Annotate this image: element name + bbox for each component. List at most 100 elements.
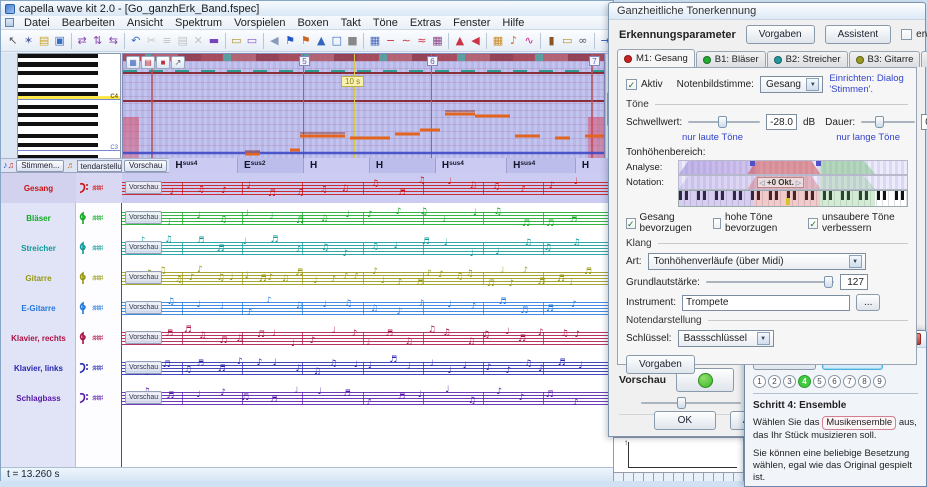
track-label-6[interactable]: Klavier, rechts: [1, 323, 76, 353]
gesang-bevorzugen-box[interactable]: ✓: [626, 217, 636, 229]
delete-icon[interactable]: ✕: [190, 32, 206, 50]
staff-row-7[interactable]: ♪♬♫♬♬♪♪♩♪♫♫♩♩♬♩♩♩♩♪♪♫♪♬♩Vorschau: [122, 353, 615, 383]
staff-row-5[interactable]: ♪♫♩♩♪♪♫♩♫♫♪♪♩♪♬♬♬♪Vorschau: [122, 293, 615, 323]
voices-button[interactable]: Stimmen...: [16, 159, 65, 172]
menu-spektrum[interactable]: Spektrum: [170, 16, 227, 30]
menu-vorspielen[interactable]: Vorspielen: [229, 16, 290, 30]
octave-right-icon[interactable]: ▷: [796, 179, 801, 187]
unsaubere-toene-box[interactable]: ✓: [808, 217, 819, 229]
step-circle-6[interactable]: 6: [828, 375, 841, 388]
chord-3[interactable]: H: [303, 158, 370, 173]
menu-boxen[interactable]: Boxen: [292, 16, 333, 30]
octave-left-icon[interactable]: ◁: [760, 179, 765, 187]
open-file-icon[interactable]: ▤: [36, 32, 52, 50]
track-vorschau-button-3[interactable]: Vorschau: [125, 241, 163, 254]
chord-5[interactable]: Hsus4: [435, 158, 508, 173]
menu-datei[interactable]: Datei: [19, 16, 55, 30]
track-label-5[interactable]: E-Gitarre: [1, 293, 76, 323]
dialog-title-bar[interactable]: Ganzheitliche Tonerkennung: [609, 3, 925, 20]
mute-speaker-icon[interactable]: ◀: [267, 32, 283, 50]
staff-row-4[interactable]: ♫♫♫♪♪♫♩♩♬♪♫♬♩♪♪♪♪♩♪♬♪♪♫♫♬♩♪♪♬♬♩♬Vorschau: [122, 263, 615, 293]
nur-laute-toene-link[interactable]: nur laute Töne: [682, 132, 743, 143]
step-circle-4[interactable]: 4: [798, 375, 811, 388]
track-vorschau-button-5[interactable]: Vorschau: [125, 301, 163, 314]
select-tool-icon[interactable]: ↖: [5, 32, 21, 50]
voice-tab-3[interactable]: B2: Streicher: [766, 51, 848, 67]
vorschau-slider[interactable]: [641, 396, 741, 410]
step-circle-5[interactable]: 5: [813, 375, 826, 388]
chord-1[interactable]: Hsus4: [169, 158, 238, 173]
octave-shift-control[interactable]: ◁ +0 Okt. ▷: [756, 177, 805, 188]
instrument-field[interactable]: Trompete: [682, 294, 851, 311]
analyse-band[interactable]: [678, 160, 908, 175]
box-pair-icon[interactable]: ▭: [229, 32, 245, 50]
range-handle[interactable]: [749, 161, 755, 166]
speaker-icon[interactable]: ◀: [468, 32, 484, 50]
track-label-4[interactable]: Gitarre: [1, 263, 76, 293]
ok-button[interactable]: OK: [653, 411, 716, 430]
grundlautstaerke-field[interactable]: 127: [839, 274, 868, 290]
stop-icon[interactable]: ■: [345, 32, 361, 50]
record-icon[interactable]: □: [329, 32, 345, 50]
import-midi-icon[interactable]: ⇅: [90, 32, 106, 50]
track-vorschau-button-6[interactable]: Vorschau: [125, 331, 163, 344]
staff-row-6[interactable]: ♫♬♬♫♬♫♬♩♩♪♩♪♩♬♫♫♫♫♫♩♬♪♫♪Vorschau: [122, 323, 615, 353]
menu-hilfe[interactable]: Hilfe: [497, 16, 529, 30]
dauer-slider[interactable]: [861, 115, 916, 129]
hohe-toene-box[interactable]: [712, 217, 722, 229]
aktiv-checkbox-box[interactable]: ✓: [626, 78, 637, 90]
voice-tab-2[interactable]: B1: Bläser: [695, 51, 766, 67]
dauer-field[interactable]: 0.14: [921, 114, 927, 130]
piano-range-strip[interactable]: [678, 190, 908, 207]
spectrum-path-icon[interactable]: ↗: [171, 56, 185, 69]
cut-icon[interactable]: ✂: [144, 32, 160, 50]
aktiv-checkbox[interactable]: ✓ Aktiv: [626, 78, 663, 90]
glasses-icon[interactable]: ∞: [575, 32, 591, 50]
musikensemble-chip[interactable]: Musikensemble: [822, 416, 897, 431]
copy-icon[interactable]: ≡: [159, 32, 175, 50]
box-group-icon[interactable]: ▭: [244, 32, 260, 50]
track-vorschau-button-8[interactable]: Vorschau: [125, 391, 163, 404]
menu-ansicht[interactable]: Ansicht: [122, 16, 168, 30]
chord-6[interactable]: Hsus4: [507, 158, 576, 173]
unsaubere-toene-checkbox[interactable]: ✓ unsaubere Töne verbessern: [808, 212, 908, 234]
staff-row-1[interactable]: ♬♩♫♪♩♬♫♫♫♫♬♫♩♫♫♪♪♩Vorschau: [122, 173, 615, 203]
chord-4[interactable]: H: [369, 158, 436, 173]
schwellwert-field[interactable]: -28.0: [766, 114, 797, 130]
gesang-bevorzugen-checkbox[interactable]: ✓ Gesang bevorzugen: [626, 212, 701, 234]
menu-bearbeiten[interactable]: Bearbeiten: [57, 16, 120, 30]
voice-tab-1[interactable]: M1: Gesang: [617, 49, 695, 67]
wand-tool-icon[interactable]: ✶: [21, 32, 37, 50]
notation-band[interactable]: ◁ +0 Okt. ▷: [678, 175, 908, 190]
step-circle-9[interactable]: 9: [873, 375, 886, 388]
chord-wave-icon[interactable]: ∿: [521, 32, 537, 50]
voice-tab-4[interactable]: B3: Gitarre: [848, 51, 921, 67]
staff-row-2[interactable]: ♫♩♩♫♩♩♬♫♩♪♪♫♩♩♫♬♬♬Vorschau: [122, 203, 615, 233]
track-vorschau-button-7[interactable]: Vorschau: [125, 361, 163, 374]
step-circle-3[interactable]: 3: [783, 375, 796, 388]
erweitert-checkbox[interactable]: erweitert: [901, 29, 927, 40]
frame-icon[interactable]: ▭: [559, 32, 575, 50]
percussion-icon[interactable]: ▮: [544, 32, 560, 50]
tone-vibrato-icon[interactable]: ≈: [414, 32, 430, 50]
einrichten-link[interactable]: Einrichten: Dialog 'Stimmen'.: [829, 73, 908, 95]
tone-glide-icon[interactable]: ∼: [398, 32, 414, 50]
undo-icon[interactable]: ↶: [128, 32, 144, 50]
track-label-7[interactable]: Klavier, links: [1, 353, 76, 383]
tone-table-icon[interactable]: ▦: [430, 32, 446, 50]
track-label-8[interactable]: Schlagbass: [1, 383, 76, 413]
import-score-icon[interactable]: ⇆: [106, 32, 122, 50]
chord-notes-icon[interactable]: ♪: [506, 32, 522, 50]
score-vorschau-button[interactable]: Vorschau: [124, 159, 168, 172]
marker-start-icon[interactable]: ⚑: [282, 32, 298, 50]
note-spray-icon[interactable]: ▲: [452, 32, 468, 50]
track-vorschau-button-2[interactable]: Vorschau: [125, 211, 163, 224]
step-circle-7[interactable]: 7: [843, 375, 856, 388]
instrument-browse-button[interactable]: ...: [856, 294, 881, 311]
track-label-2[interactable]: Bläser: [1, 203, 76, 233]
play-position-icon[interactable]: ▲: [313, 32, 329, 50]
spectrum-list-icon[interactable]: ▤: [141, 56, 155, 69]
grundlautstaerke-slider[interactable]: [705, 275, 834, 289]
tone-flat-icon[interactable]: −: [383, 32, 399, 50]
import-wave-icon[interactable]: ⇄: [74, 32, 90, 50]
